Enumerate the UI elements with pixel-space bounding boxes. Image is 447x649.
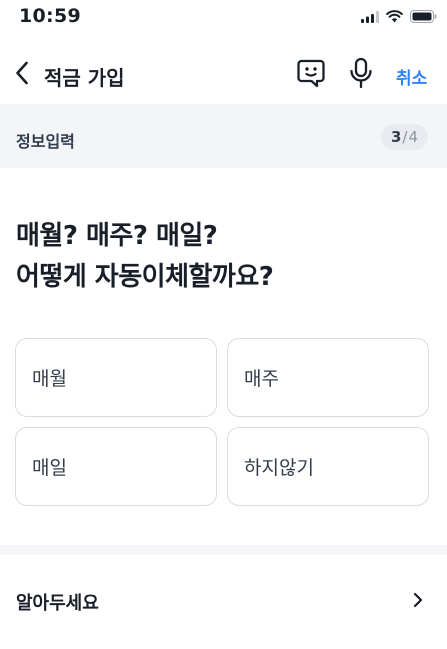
option-monthly[interactable]: 매월 — [15, 338, 217, 417]
status-icons — [361, 9, 437, 25]
chat-face-icon — [296, 58, 326, 92]
notice-label: 알아두세요 — [16, 593, 99, 614]
step-indicator: 정보입력 3 / 4 — [0, 104, 447, 168]
transfer-frequency-options: 매월 매주 매일 하지않기 — [15, 338, 429, 506]
status-bar: 10:59 — [0, 0, 447, 38]
option-weekly[interactable]: 매주 — [227, 338, 429, 417]
microphone-icon — [348, 57, 374, 93]
status-time: 10:59 — [19, 5, 81, 27]
notice-row[interactable]: 알아두세요 — [0, 573, 447, 629]
option-none[interactable]: 하지않기 — [227, 427, 429, 506]
section-divider — [0, 545, 447, 555]
option-daily[interactable]: 매일 — [15, 427, 217, 506]
battery-icon — [410, 8, 437, 27]
step-separator: / — [402, 128, 408, 146]
step-total: 4 — [408, 128, 418, 146]
wifi-icon — [386, 8, 403, 27]
back-button[interactable] — [10, 60, 34, 90]
question-line-1: 매월? 매주? 매일? — [16, 221, 218, 251]
chatbot-button[interactable] — [294, 58, 328, 92]
cellular-signal-icon — [361, 8, 379, 27]
step-current: 3 — [390, 128, 402, 146]
chevron-right-icon — [411, 589, 425, 611]
cancel-button[interactable]: 취소 — [396, 64, 427, 89]
voice-input-button[interactable] — [344, 57, 378, 93]
chevron-left-icon — [15, 61, 29, 89]
step-counter: 3 / 4 — [380, 124, 428, 150]
nav-bar: 적금 가입 취소 — [0, 48, 447, 102]
page-title: 적금 가입 — [44, 66, 125, 90]
step-label: 정보입력 — [16, 132, 75, 151]
question-line-2: 어떻게 자동이체할까요? — [16, 262, 274, 292]
question-heading: 매월? 매주? 매일? 어떻게 자동이체할까요? — [16, 216, 274, 298]
